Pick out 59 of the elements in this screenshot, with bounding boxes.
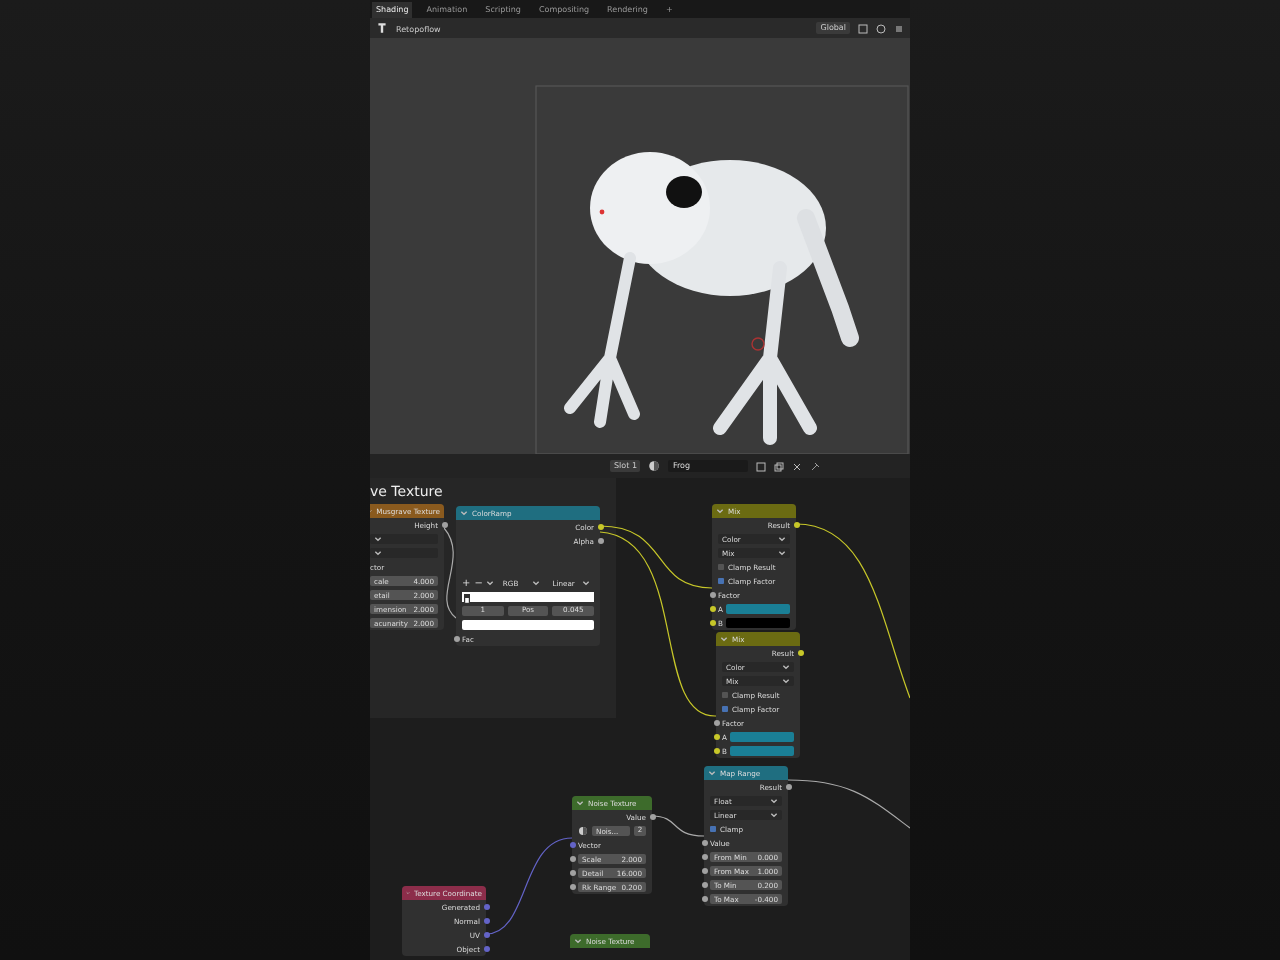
chevron-icon [716,508,724,514]
color-ramp[interactable] [462,592,594,602]
socket[interactable] [649,814,655,820]
socket[interactable] [569,884,575,890]
color-swatch[interactable] [730,746,794,756]
snap-icon[interactable] [858,23,868,33]
socket[interactable] [569,856,575,862]
socket[interactable] [709,606,715,612]
chevron-icon [486,580,495,586]
socket[interactable] [713,720,719,726]
socket[interactable] [709,620,715,626]
socket[interactable] [793,522,799,528]
checkbox[interactable] [710,826,716,832]
socket[interactable] [701,868,707,874]
material-sphere-icon[interactable] [648,460,661,472]
checkbox[interactable] [718,578,724,584]
pin-icon[interactable] [810,461,821,471]
color-swatch[interactable] [462,620,594,630]
sphere-icon [578,826,588,836]
socket[interactable] [713,748,719,754]
node-link [485,837,573,935]
socket[interactable] [453,636,459,642]
close-icon[interactable] [792,461,803,471]
socket[interactable] [441,522,447,528]
socket[interactable] [701,854,707,860]
socket[interactable] [701,840,707,846]
cursor-tool-icon[interactable] [376,22,388,34]
chevron-icon [574,938,582,944]
socket[interactable] [701,896,707,902]
socket[interactable] [597,538,603,544]
chevron-icon [720,636,728,642]
proportional-edit-icon[interactable] [876,23,886,33]
copy-icon[interactable] [774,461,785,471]
checkbox[interactable] [722,692,728,698]
color-swatch[interactable] [726,618,790,628]
overlay-icon[interactable] [894,23,904,33]
color-swatch[interactable] [730,732,794,742]
socket[interactable] [709,592,715,598]
socket[interactable] [569,870,575,876]
node-link [651,815,705,837]
color-swatch[interactable] [726,604,790,614]
chevron-icon [576,800,584,806]
3d-cursor-icon[interactable] [751,337,765,351]
chevron-icon [582,580,590,586]
socket[interactable] [797,650,803,656]
node-link [443,527,457,619]
chevron-icon [532,580,541,586]
3d-viewport[interactable] [370,38,910,454]
node-link [787,779,910,829]
checkbox[interactable] [718,564,724,570]
socket[interactable] [701,882,707,888]
checkbox[interactable] [722,706,728,712]
socket[interactable] [785,784,791,790]
fake-user-icon[interactable] [756,461,767,471]
socket[interactable] [713,734,719,740]
chevron-icon [460,510,468,516]
socket[interactable] [597,524,603,530]
stop-handle-icon[interactable] [464,594,470,604]
chevron-icon [708,770,716,776]
